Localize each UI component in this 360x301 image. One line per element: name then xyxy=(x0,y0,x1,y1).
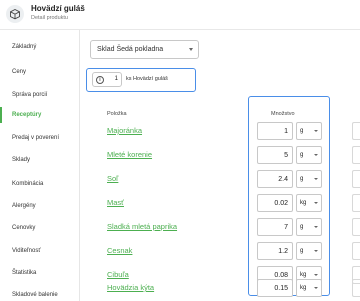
warehouse-select[interactable]: Sklad Šedá pokladna xyxy=(90,40,199,59)
unit-select-value: kg xyxy=(300,285,307,291)
ingredient-link[interactable]: Mleté korenie xyxy=(107,150,152,159)
info-icon[interactable]: i xyxy=(96,75,104,84)
ingredient-link[interactable]: Masť xyxy=(107,198,124,207)
table-row: Mleté korenie 5 g xyxy=(80,144,360,168)
table-row: Hovädzia kýta 0.15 kg xyxy=(80,277,360,301)
sidebar-item-cenovky[interactable]: Cenovky xyxy=(0,217,80,239)
sidebar-item-zakladny[interactable]: Základný xyxy=(0,36,80,58)
sidebar-item-alergeny[interactable]: Alergény xyxy=(0,195,80,217)
next-column-field[interactable] xyxy=(352,279,360,297)
chevron-down-icon xyxy=(314,274,318,276)
unit-select[interactable]: g xyxy=(296,146,322,164)
table-row: Masť 0.02 kg xyxy=(80,192,360,216)
chevron-down-icon xyxy=(314,154,318,156)
quantity-input[interactable]: 0.02 xyxy=(257,194,293,212)
quantity-input[interactable]: 2.4 xyxy=(257,170,293,188)
unit-select[interactable]: kg xyxy=(296,279,322,297)
quantity-input[interactable]: 0.15 xyxy=(257,279,293,297)
ingredient-link[interactable]: Hovädzia kýta xyxy=(107,283,154,292)
batch-quantity-box: i 1 ks Hovädzí guláš xyxy=(86,68,196,92)
ingredient-link[interactable]: Sladká mletá paprika xyxy=(107,222,177,231)
batch-quantity-value: 1 xyxy=(114,76,118,82)
chevron-down-icon xyxy=(314,130,318,132)
ingredient-link[interactable]: Cesnak xyxy=(107,246,132,255)
chevron-down-icon xyxy=(314,178,318,180)
sidebar-item-statistika[interactable]: Štatistika xyxy=(0,262,80,284)
batch-quantity-input[interactable]: i 1 xyxy=(92,72,122,87)
sidebar-item-skladove-balenie[interactable]: Skladové balenie xyxy=(0,284,80,301)
sidebar-item-kombinacia[interactable]: Kombinácia xyxy=(0,173,80,195)
product-box-icon xyxy=(6,5,24,23)
sidebar-item-viditelnost[interactable]: Viditeľnosť xyxy=(0,240,80,262)
table-row: Cesnak 1.2 g xyxy=(80,240,360,264)
quantity-input[interactable]: 7 xyxy=(257,218,293,236)
unit-select-value: g xyxy=(300,224,304,230)
table-row: Soľ 2.4 g xyxy=(80,168,360,192)
table-row: Majoránka 1 g xyxy=(80,120,360,144)
unit-select-value: kg xyxy=(300,200,307,206)
unit-select[interactable]: g xyxy=(296,170,322,188)
next-column-field[interactable] xyxy=(352,218,360,236)
unit-select-value: g xyxy=(300,176,304,182)
unit-select[interactable]: g xyxy=(296,218,322,236)
app-header: Hovädzí guláš Detail produktu xyxy=(0,0,360,30)
sidebar: Základný Ceny Správa porcií Receptúry Pr… xyxy=(0,30,80,301)
chevron-down-icon xyxy=(189,48,193,51)
warehouse-select-value: Sklad Šedá pokladna xyxy=(97,46,164,53)
page-subtitle: Detail produktu xyxy=(31,15,68,21)
table-row: Sladká mletá paprika 7 g xyxy=(80,216,360,240)
recipe-panel: Sklad Šedá pokladna i 1 ks Hovädzí guláš… xyxy=(80,30,360,301)
next-column-field[interactable] xyxy=(352,242,360,260)
unit-select[interactable]: kg xyxy=(296,194,322,212)
unit-select-value: g xyxy=(300,128,304,134)
chevron-down-icon xyxy=(314,250,318,252)
unit-select-value: g xyxy=(300,248,304,254)
unit-select-value: g xyxy=(300,152,304,158)
column-header-ingredient: Položka xyxy=(107,111,127,117)
quantity-input[interactable]: 1 xyxy=(257,122,293,140)
sidebar-item-receptury[interactable]: Receptúry xyxy=(0,104,80,126)
chevron-down-icon xyxy=(314,202,318,204)
batch-unit-label: ks Hovädzí guláš xyxy=(126,76,168,82)
ingredient-link[interactable]: Majoránka xyxy=(107,126,142,135)
page-title: Hovädzí guláš xyxy=(31,4,85,13)
sidebar-item-sprava-porcii[interactable]: Správa porcií xyxy=(0,84,80,106)
sidebar-item-predaj-v-povereni[interactable]: Predaj v poverení xyxy=(0,127,80,149)
chevron-down-icon xyxy=(314,287,318,289)
next-column-field[interactable] xyxy=(352,170,360,188)
box-icon xyxy=(10,9,20,20)
next-column-field[interactable] xyxy=(352,122,360,140)
next-column-field[interactable] xyxy=(352,146,360,164)
chevron-down-icon xyxy=(314,226,318,228)
next-column-field[interactable] xyxy=(352,194,360,212)
column-header-quantity: Množstvo xyxy=(271,111,295,117)
ingredient-link[interactable]: Soľ xyxy=(107,174,118,183)
unit-select[interactable]: g xyxy=(296,242,322,260)
quantity-input[interactable]: 5 xyxy=(257,146,293,164)
sidebar-item-ceny[interactable]: Ceny xyxy=(0,61,80,83)
unit-select[interactable]: g xyxy=(296,122,322,140)
sidebar-item-sklady[interactable]: Sklady xyxy=(0,149,80,171)
quantity-input[interactable]: 1.2 xyxy=(257,242,293,260)
